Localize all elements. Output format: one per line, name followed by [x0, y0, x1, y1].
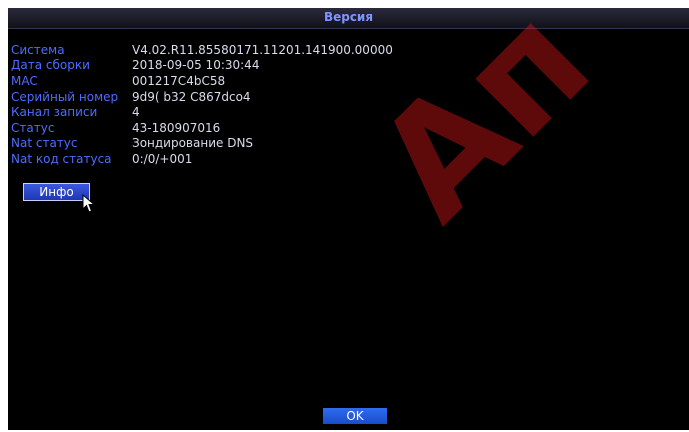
info-label: Система [11, 42, 65, 57]
info-row-status: Статус 43-180907016 [11, 120, 393, 136]
dialog-title: Версия [323, 10, 374, 24]
info-value: 001217C4bC58 [132, 73, 226, 88]
info-value: 43-180907016 [132, 120, 221, 135]
mouse-pointer-icon [82, 194, 96, 213]
info-row-serial: Серийный номер 9d9( b32 C867dco4 [11, 89, 393, 105]
info-label: Дата сборки [11, 58, 90, 73]
info-label: Nat статус [11, 136, 78, 151]
info-row-system: Система V4.02.R11.85580171.11201.141900.… [11, 42, 393, 58]
info-row-mac: MAC 001217C4bC58 [11, 73, 393, 89]
info-label: Nat код статуса [11, 151, 112, 166]
info-label: Канал записи [11, 105, 98, 120]
info-row-record-channels: Канал записи 4 [11, 104, 393, 120]
info-value: 4 [132, 105, 140, 120]
info-value: 0:/0/+001 [132, 151, 193, 166]
info-label: Серийный номер [11, 89, 119, 104]
info-label: MAC [11, 73, 38, 88]
version-info-list: Система V4.02.R11.85580171.11201.141900.… [11, 42, 393, 167]
info-value: 2018-09-05 10:30:44 [132, 58, 260, 73]
info-row-build-date: Дата сборки 2018-09-05 10:30:44 [11, 58, 393, 74]
info-row-nat-status-code: Nat код статуса 0:/0/+001 [11, 151, 393, 167]
info-label: Статус [11, 120, 55, 135]
dvr-screen: Версия Система V4.02.R11.85580171.11201.… [8, 8, 689, 430]
dialog-title-bar: Версия [8, 8, 689, 29]
info-button[interactable]: Инфо [23, 183, 90, 201]
info-value: V4.02.R11.85580171.11201.141900.00000 [132, 42, 393, 57]
info-row-nat-status: Nat статус Зондирование DNS [11, 136, 393, 152]
info-value: 9d9( b32 C867dco4 [132, 89, 251, 104]
ok-button[interactable]: OK [323, 408, 387, 424]
info-value: Зондирование DNS [132, 136, 254, 151]
